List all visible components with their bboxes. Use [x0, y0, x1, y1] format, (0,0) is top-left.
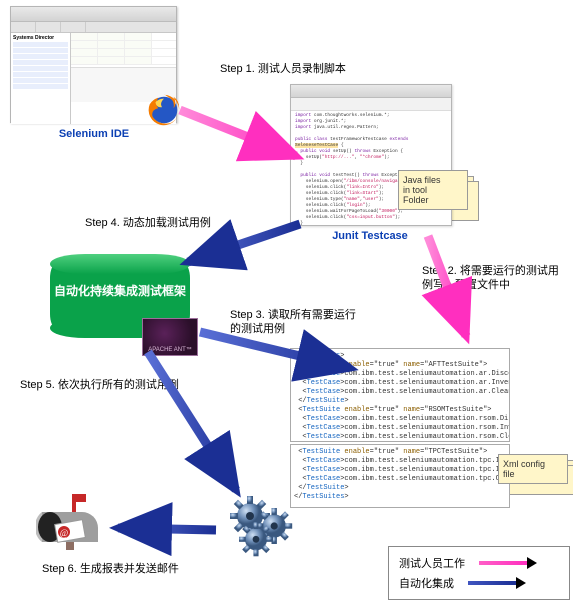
step-5-label: Step 5. 依次执行所有的测试用例	[20, 378, 179, 392]
legend-ci-label: 自动化集成	[399, 575, 454, 591]
svg-text:@: @	[60, 528, 68, 538]
legend-tester-arrow-icon	[479, 558, 535, 568]
legend-row-ci: 自动化集成	[399, 573, 559, 593]
step-3-label: Step 3. 读取所有需要运行 的测试用例	[230, 308, 356, 337]
legend-row-tester: 测试人员工作	[399, 553, 559, 573]
legend-box: 测试人员工作 自动化集成	[388, 546, 570, 600]
xml-config-note: Xml config file	[498, 454, 568, 484]
firefox-icon	[145, 91, 183, 129]
mailbox-icon: @	[36, 490, 108, 555]
arrow-step1	[180, 110, 296, 156]
step-1-label: Step 1. 测试人员录制脚本	[220, 62, 346, 76]
step-4-label: Step 4. 动态加载测试用例	[85, 216, 211, 230]
gears-icon	[222, 490, 312, 575]
junit-caption: Junit Testcase	[300, 230, 440, 242]
selenium-ide-window: Systems Director	[10, 6, 177, 123]
step-2-label: Step 2. 将需要运行的测试用 例写入配置文件中	[422, 264, 559, 293]
framework-title: 自动化持续集成测试框架	[50, 282, 190, 299]
xml-config-window: <TestSuites> <TestSuite enable="true" na…	[290, 348, 510, 510]
legend-tester-label: 测试人员工作	[399, 555, 465, 571]
legend-ci-arrow-icon	[468, 578, 524, 588]
apache-ant-badge: APACHE ANT™	[142, 318, 198, 356]
arrow-step6	[118, 528, 216, 530]
java-folder-note: Java files in tool Folder	[398, 170, 468, 210]
arrow-step5	[148, 352, 236, 490]
step-6-label: Step 6. 生成报表并发送邮件	[42, 562, 179, 576]
selenium-ide-caption: Selenium IDE	[34, 128, 154, 140]
